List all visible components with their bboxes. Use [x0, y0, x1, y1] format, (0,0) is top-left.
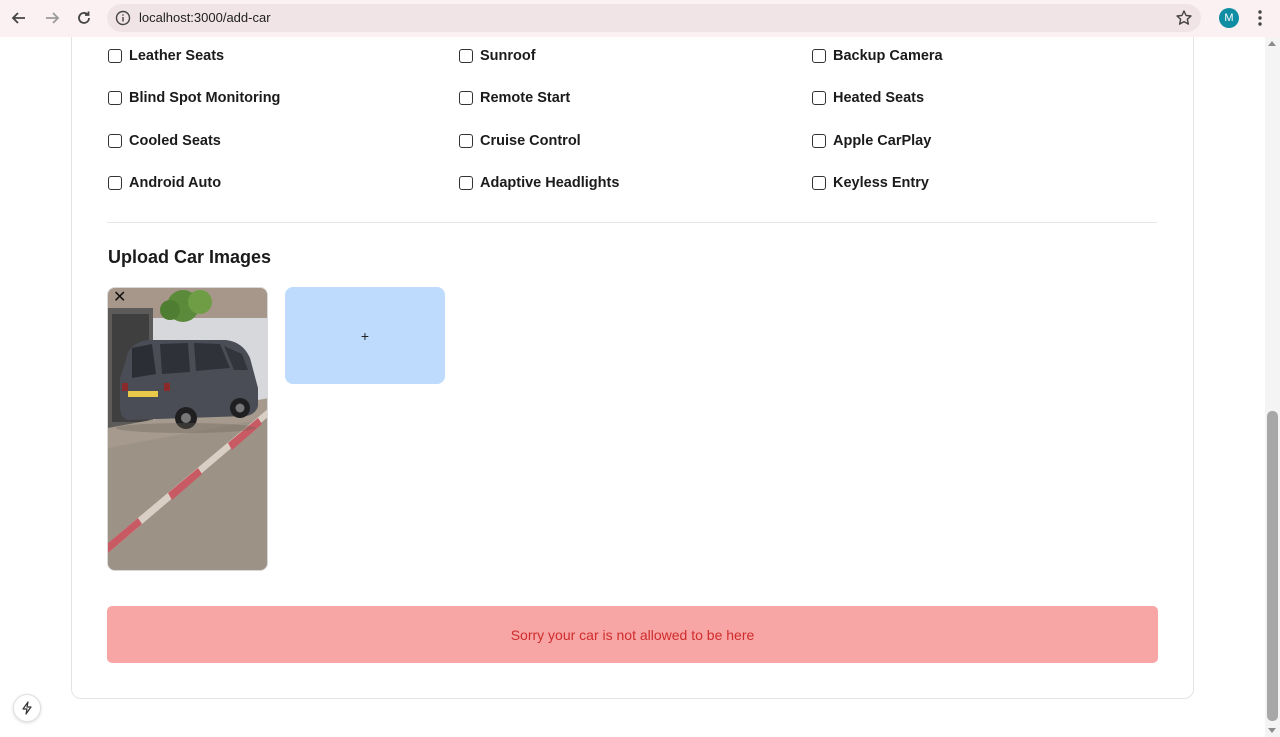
forward-arrow-icon[interactable]	[40, 6, 64, 30]
feature-label: Blind Spot Monitoring	[129, 90, 281, 106]
section-divider	[107, 222, 1157, 223]
checkbox[interactable]	[459, 176, 473, 190]
uploaded-car-image: ✕	[107, 287, 268, 571]
feature-apple-carplay[interactable]: Apple CarPlay	[812, 131, 931, 151]
feature-backup-camera[interactable]: Backup Camera	[812, 46, 943, 66]
error-message: Sorry your car is not allowed to be here	[510, 626, 755, 643]
checkbox[interactable]	[459, 49, 473, 63]
checkbox[interactable]	[108, 176, 122, 190]
feature-label: Cooled Seats	[129, 133, 221, 149]
feature-label: Adaptive Headlights	[480, 175, 620, 191]
feature-remote-start[interactable]: Remote Start	[459, 88, 570, 108]
back-arrow-icon[interactable]	[7, 6, 31, 30]
feature-keyless-entry[interactable]: Keyless Entry	[812, 173, 929, 193]
feature-label: Remote Start	[480, 90, 571, 106]
checkbox[interactable]	[108, 134, 122, 148]
feature-label: Apple CarPlay	[833, 133, 932, 149]
feature-cruise-control[interactable]: Cruise Control	[459, 131, 581, 151]
checkbox[interactable]	[108, 49, 122, 63]
checkbox[interactable]	[812, 176, 826, 190]
checkbox[interactable]	[812, 91, 826, 105]
feature-label: Sunroof	[480, 48, 536, 64]
browser-toolbar: localhost:3000/add-car M	[0, 0, 1280, 37]
feature-heated-seats[interactable]: Heated Seats	[812, 88, 924, 108]
feature-blind-spot-monitoring[interactable]: Blind Spot Monitoring	[108, 88, 280, 108]
feature-cooled-seats[interactable]: Cooled Seats	[108, 131, 221, 151]
profile-avatar[interactable]: M	[1219, 8, 1239, 28]
url-text[interactable]: localhost:3000/add-car	[139, 10, 271, 25]
checkbox[interactable]	[459, 91, 473, 105]
feature-label: Backup Camera	[833, 48, 943, 64]
feature-leather-seats[interactable]: Leather Seats	[108, 46, 224, 66]
scrollbar-thumb[interactable]	[1267, 411, 1278, 721]
checkbox[interactable]	[812, 134, 826, 148]
feature-adaptive-headlights[interactable]: Adaptive Headlights	[459, 173, 619, 193]
kebab-menu-icon[interactable]	[1252, 8, 1268, 28]
page-scrollbar[interactable]	[1265, 37, 1280, 737]
feature-sunroof[interactable]: Sunroof	[459, 46, 536, 66]
lightning-icon[interactable]	[13, 694, 41, 722]
checkbox[interactable]	[108, 91, 122, 105]
checkbox[interactable]	[459, 134, 473, 148]
feature-label: Keyless Entry	[833, 175, 929, 191]
upload-section-title: Upload Car Images	[108, 247, 272, 267]
error-banner: Sorry your car is not allowed to be here	[107, 606, 1158, 663]
scroll-up-arrow-icon[interactable]	[1268, 41, 1276, 46]
feature-label: Heated Seats	[833, 90, 925, 106]
address-bar[interactable]: localhost:3000/add-car	[107, 4, 1201, 32]
feature-label: Leather Seats	[129, 48, 225, 64]
star-icon[interactable]	[1175, 9, 1193, 27]
info-icon[interactable]	[115, 10, 131, 26]
checkbox[interactable]	[812, 49, 826, 63]
remove-image-button[interactable]: ✕	[113, 290, 126, 306]
page-content: Leather Seats Blind Spot Monitoring Cool…	[0, 37, 1265, 737]
reload-icon[interactable]	[72, 6, 96, 30]
feature-label: Cruise Control	[480, 133, 581, 149]
plus-icon: +	[360, 327, 370, 344]
add-image-button[interactable]: +	[285, 287, 445, 384]
feature-label: Android Auto	[129, 175, 222, 191]
scroll-down-arrow-icon[interactable]	[1268, 728, 1276, 733]
feature-android-auto[interactable]: Android Auto	[108, 173, 221, 193]
